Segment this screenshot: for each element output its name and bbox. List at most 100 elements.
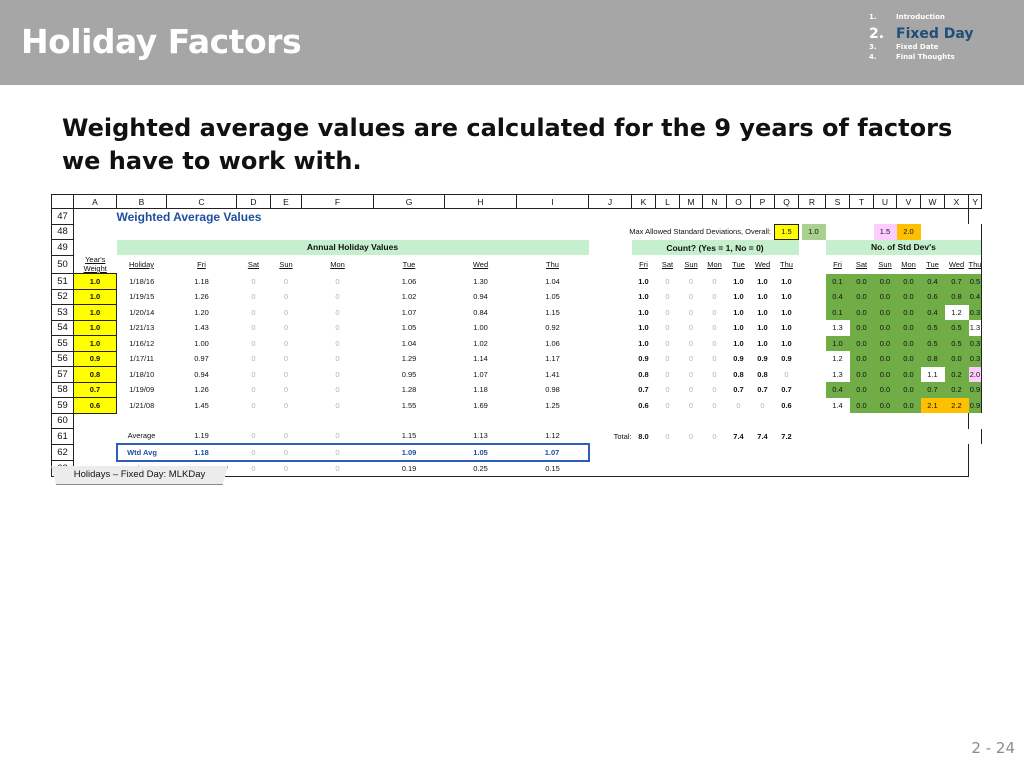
annual-value-cell[interactable]: 1.41: [517, 367, 589, 383]
empty-cell[interactable]: [801, 460, 826, 477]
cell[interactable]: [589, 382, 632, 398]
count-col-header[interactable]: Sat: [656, 255, 680, 274]
count-cell[interactable]: 0.9: [775, 351, 799, 367]
empty-cell[interactable]: [897, 444, 921, 461]
std-dev-cell[interactable]: 1.0: [825, 335, 850, 351]
empty-cell[interactable]: [374, 413, 445, 429]
count-cell[interactable]: 1.0: [751, 320, 775, 336]
std-dev-cell[interactable]: 0.0: [849, 335, 874, 351]
count-cell[interactable]: 0.7: [775, 382, 799, 398]
count-cell[interactable]: 0: [656, 320, 680, 336]
count-cell[interactable]: 0.9: [727, 351, 751, 367]
column-header[interactable]: X: [944, 194, 969, 209]
empty-cell[interactable]: [445, 224, 517, 240]
annual-value-cell[interactable]: 0: [302, 320, 374, 336]
sd-col-header[interactable]: Sun: [874, 255, 897, 274]
wtd-avg-value[interactable]: 0: [236, 443, 271, 462]
std-dev-cell[interactable]: 0.0: [896, 320, 921, 336]
empty-cell[interactable]: [921, 224, 945, 240]
count-cell[interactable]: 0.6: [775, 398, 799, 414]
v48-value[interactable]: 1.5: [873, 224, 897, 240]
annual-value-cell[interactable]: 1.14: [445, 351, 517, 367]
annual-value-cell[interactable]: 0: [271, 320, 302, 336]
count-cell[interactable]: 0: [727, 398, 751, 414]
column-header[interactable]: B: [116, 194, 167, 209]
empty-cell[interactable]: [167, 224, 237, 240]
annual-value-cell[interactable]: 1.18: [167, 274, 237, 290]
annual-value-cell[interactable]: 0.94: [445, 289, 517, 305]
cell[interactable]: [589, 240, 632, 256]
holiday-date-cell[interactable]: 1/18/16: [117, 274, 167, 290]
column-header[interactable]: T: [849, 194, 874, 209]
count-cell[interactable]: 0.7: [727, 382, 751, 398]
annual-value-cell[interactable]: 1.45: [167, 398, 237, 414]
column-header[interactable]: M: [679, 194, 703, 209]
empty-cell[interactable]: [632, 444, 656, 461]
std-dev-cell[interactable]: 0.3: [968, 304, 983, 320]
row-header[interactable]: 59: [51, 397, 74, 414]
std-dev-cell[interactable]: 0.0: [873, 289, 897, 305]
column-header[interactable]: R: [798, 194, 826, 209]
count-cell[interactable]: 0: [656, 367, 680, 383]
empty-cell[interactable]: [117, 224, 167, 240]
std-dev-cell[interactable]: 0.4: [920, 273, 945, 289]
wtd-avg-value[interactable]: 1.18: [166, 443, 237, 462]
annual-value-cell[interactable]: 0: [302, 336, 374, 352]
weight-cell[interactable]: 1.0: [73, 288, 117, 305]
average-value[interactable]: 0: [271, 429, 302, 445]
wtd-avg-value[interactable]: 0: [301, 443, 374, 462]
std-dev-cell[interactable]: 0.0: [849, 289, 874, 305]
count-cell[interactable]: 1.0: [632, 320, 656, 336]
count-cell[interactable]: 0: [751, 398, 775, 414]
average-value[interactable]: 1.12: [517, 429, 589, 445]
empty-cell[interactable]: [589, 444, 632, 461]
annual-value-cell[interactable]: 0: [302, 289, 374, 305]
empty-cell[interactable]: [750, 460, 775, 477]
std-dev-cell[interactable]: 0.0: [873, 351, 897, 367]
column-header[interactable]: G: [373, 194, 445, 209]
empty-cell[interactable]: [680, 209, 703, 225]
count-col-header[interactable]: Thu: [775, 255, 799, 274]
row-header[interactable]: 55: [51, 335, 74, 352]
row-header[interactable]: 56: [51, 351, 74, 367]
annual-value-cell[interactable]: 1.07: [374, 305, 445, 321]
count-cell[interactable]: 0: [703, 351, 727, 367]
count-cell[interactable]: 0.8: [727, 367, 751, 383]
column-header[interactable]: W: [920, 194, 945, 209]
annual-value-cell[interactable]: 0: [237, 398, 271, 414]
wtd-avg-value[interactable]: 1.05: [444, 443, 517, 462]
cell[interactable]: [802, 367, 826, 383]
std-dev-cell[interactable]: 0.0: [873, 335, 897, 351]
agenda-item-fixed-date[interactable]: 3. Fixed Date: [869, 43, 1019, 53]
column-header[interactable]: N: [702, 194, 727, 209]
total-label[interactable]: Total:: [589, 429, 632, 445]
std-dev-cell[interactable]: 0.0: [896, 382, 921, 398]
std-dev-cell[interactable]: 0.0: [849, 397, 874, 413]
std-dev-cell[interactable]: 0.1: [825, 273, 850, 289]
count-col-header[interactable]: Mon: [703, 255, 727, 274]
std-dev-cell[interactable]: 0.1: [825, 304, 850, 320]
holiday-date-cell[interactable]: 1/18/10: [117, 367, 167, 383]
annual-value-cell[interactable]: 1.17: [517, 351, 589, 367]
annual-col-header[interactable]: Tue: [374, 255, 445, 274]
sd-col-header[interactable]: Mon: [897, 255, 921, 274]
annual-value-cell[interactable]: 0: [237, 382, 271, 398]
empty-cell[interactable]: [897, 209, 921, 225]
std-dev-cell[interactable]: 0.0: [873, 382, 897, 398]
annual-value-cell[interactable]: 1.55: [374, 398, 445, 414]
annual-value-cell[interactable]: 0.98: [517, 382, 589, 398]
empty-cell[interactable]: [703, 444, 727, 461]
std-dev-cell[interactable]: 0.0: [849, 320, 874, 336]
annual-value-cell[interactable]: 1.28: [374, 382, 445, 398]
std-dev-value[interactable]: 0.25: [444, 460, 517, 477]
empty-cell[interactable]: [802, 429, 826, 445]
annual-col-header[interactable]: Mon: [302, 255, 374, 274]
column-header[interactable]: I: [516, 194, 589, 209]
annual-value-cell[interactable]: 1.29: [374, 351, 445, 367]
std-dev-cell[interactable]: 0.2: [944, 366, 969, 382]
row-header[interactable]: 52: [51, 289, 74, 305]
annual-value-cell[interactable]: 0: [271, 336, 302, 352]
weight-cell[interactable]: 1.0: [73, 335, 117, 352]
empty-cell[interactable]: [271, 224, 302, 240]
empty-cell[interactable]: [874, 209, 897, 225]
